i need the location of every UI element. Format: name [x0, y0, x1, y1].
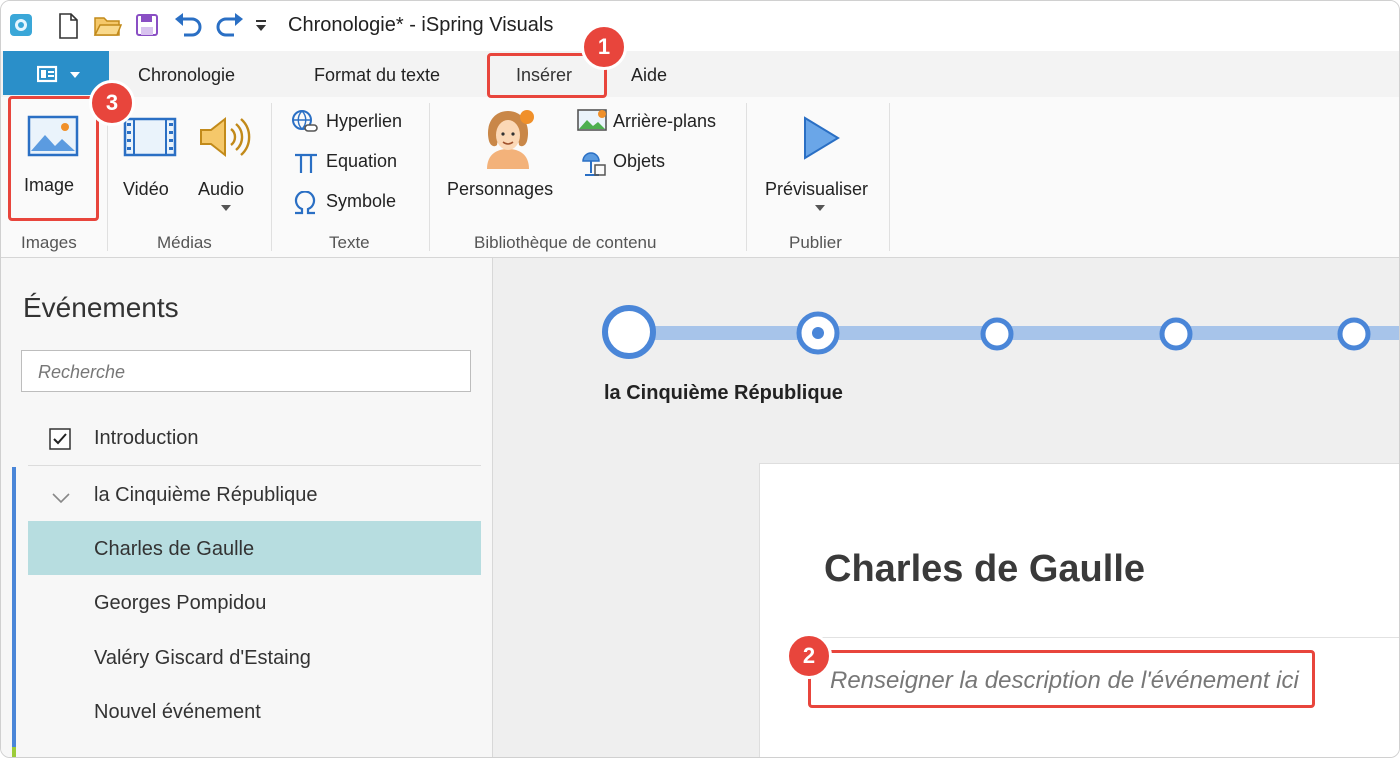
- timeline-node[interactable]: [1336, 316, 1372, 352]
- hyperlink-label: Hyperlien: [326, 111, 403, 131]
- chevron-down-icon: [815, 205, 825, 211]
- highlight-description-field: [808, 650, 1315, 708]
- new-file-icon[interactable]: [57, 13, 79, 39]
- preview-label: Prévisualiser: [765, 179, 869, 199]
- tab-aide[interactable]: Aide: [631, 65, 667, 86]
- chevron-down-icon[interactable]: [51, 492, 71, 504]
- video-film-icon: [123, 117, 177, 157]
- group-label-medias: Médias: [157, 233, 212, 252]
- intro-checkbox-icon[interactable]: [49, 428, 71, 450]
- equation-label: Equation: [326, 151, 398, 171]
- ribbon-tabs: Chronologie Format du texte Insérer Aide: [1, 51, 1399, 98]
- group-accent-bar: [12, 467, 16, 747]
- callout-2-badge: 2: [786, 633, 832, 679]
- event-card-title[interactable]: Charles de Gaulle: [824, 548, 1145, 591]
- save-icon[interactable]: [135, 13, 159, 37]
- group-label-images: Images: [21, 233, 77, 252]
- video-button-label: Vidéo: [123, 179, 169, 199]
- hyperlink-button[interactable]: Hyperlien: [291, 109, 421, 137]
- pi-icon: [295, 153, 317, 173]
- backgrounds-button[interactable]: Arrière-plans: [577, 109, 739, 137]
- chevron-down-icon: [70, 72, 80, 78]
- characters-label: Personnages: [447, 179, 554, 199]
- objects-lamp-icon: [582, 152, 606, 176]
- undo-icon[interactable]: [173, 13, 203, 39]
- event-card: Charles de Gaulle Renseigner la descript…: [759, 463, 1399, 757]
- group-label-bibliotheque: Bibliothèque de contenu: [474, 233, 657, 252]
- chevron-down-icon: [221, 205, 231, 211]
- search-input[interactable]: Recherche: [21, 350, 471, 392]
- tab-format-du-texte[interactable]: Format du texte: [314, 65, 440, 86]
- divider: [28, 465, 481, 466]
- timeline-node-selected[interactable]: [795, 310, 841, 356]
- window-title: Chronologie* - iSpring Visuals: [288, 14, 554, 36]
- timeline-node[interactable]: [1158, 316, 1194, 352]
- timeline-group-label: la Cinquième République: [604, 382, 843, 404]
- group-separator: [889, 103, 890, 251]
- open-folder-icon[interactable]: [93, 13, 123, 39]
- group-separator: [746, 103, 747, 251]
- group-label-publier: Publier: [789, 233, 842, 252]
- menu-icon: [37, 65, 58, 83]
- timeline-node[interactable]: [979, 316, 1015, 352]
- event-georges-pompidou[interactable]: Georges Pompidou: [94, 592, 266, 615]
- event-group-cinquieme-republique[interactable]: la Cinquième République: [94, 484, 317, 507]
- group-separator: [429, 103, 430, 251]
- timeline-node-start[interactable]: [601, 304, 657, 360]
- symbol-label: Symbole: [326, 191, 397, 211]
- audio-button[interactable]: Audio: [193, 103, 259, 215]
- callout-3-badge: 3: [89, 80, 135, 126]
- group-separator: [271, 103, 272, 251]
- events-panel-title: Événements: [23, 292, 179, 323]
- play-icon: [804, 116, 840, 160]
- event-nouvel-evenement[interactable]: Nouvel événement: [94, 701, 261, 724]
- app-window: Chronologie* - iSpring Visuals Chronolog…: [0, 0, 1400, 758]
- highlight-image-button: [8, 96, 99, 221]
- quick-access-dropdown-icon[interactable]: [255, 19, 267, 33]
- events-panel: Événements Recherche Introduction la Cin…: [1, 258, 493, 757]
- event-valery-giscard-destaing[interactable]: Valéry Giscard d'Estaing: [94, 647, 311, 670]
- character-avatar-icon: [487, 110, 534, 169]
- speaker-icon: [200, 116, 251, 158]
- callout-1-badge: 1: [581, 24, 627, 70]
- hyperlink-globe-icon: [292, 110, 318, 132]
- backgrounds-label: Arrière-plans: [613, 111, 717, 131]
- redo-icon[interactable]: [215, 13, 245, 39]
- tab-chronologie[interactable]: Chronologie: [138, 65, 235, 86]
- symbol-button[interactable]: Symbole: [291, 189, 421, 217]
- group-label-texte: Texte: [329, 233, 370, 252]
- card-divider: [804, 637, 1399, 638]
- omega-icon: [294, 191, 316, 215]
- audio-button-label: Audio: [198, 179, 245, 199]
- event-charles-de-gaulle[interactable]: Charles de Gaulle: [94, 538, 254, 561]
- event-introduction[interactable]: Introduction: [94, 427, 199, 450]
- objects-label: Objets: [613, 151, 666, 171]
- equation-button[interactable]: Equation: [291, 149, 421, 177]
- ribbon-insert: Image Images Vidéo Audio Médias Hyperlie…: [1, 97, 1399, 258]
- group-accent-bar-end: [12, 747, 16, 757]
- characters-button[interactable]: Personnages: [443, 103, 569, 213]
- backgrounds-icon: [577, 109, 607, 131]
- title-bar: Chronologie* - iSpring Visuals: [1, 1, 1399, 51]
- app-logo-icon: [10, 14, 32, 36]
- search-placeholder: Recherche: [38, 362, 126, 382]
- objects-button[interactable]: Objets: [577, 149, 707, 177]
- preview-button[interactable]: Prévisualiser: [759, 103, 883, 215]
